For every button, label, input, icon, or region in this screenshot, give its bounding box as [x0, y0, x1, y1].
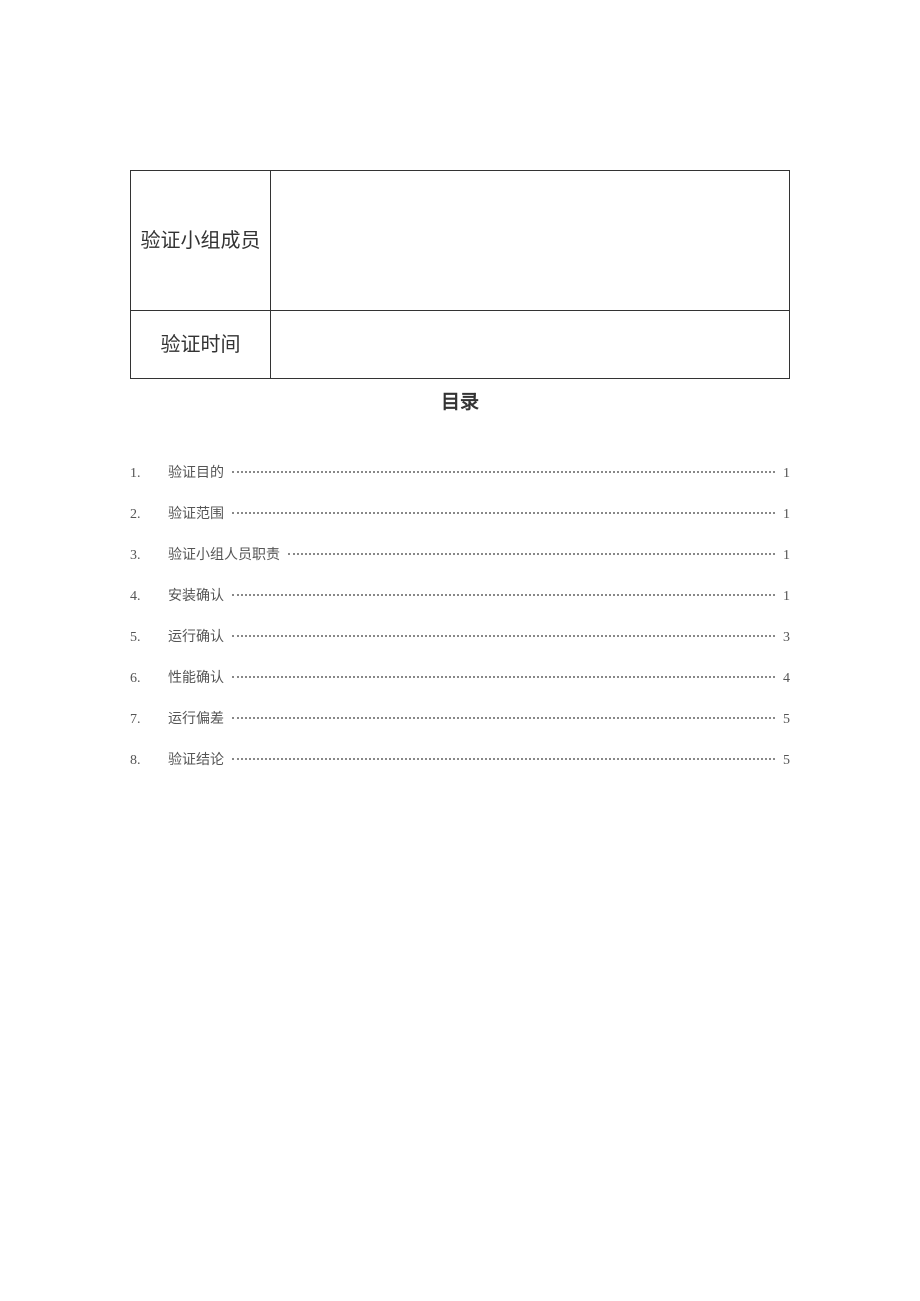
toc-page: 1	[779, 466, 790, 482]
toc-label: 验证目的	[168, 462, 228, 482]
toc-leader-dots	[232, 635, 775, 637]
toc-page: 4	[779, 671, 790, 687]
info-label-time: 验证时间	[131, 311, 271, 379]
toc-leader-dots	[232, 676, 775, 678]
toc-page: 1	[779, 507, 790, 523]
toc-leader-dots	[232, 717, 775, 719]
toc-entry: 2. 验证范围 1	[130, 503, 790, 523]
toc-number: 7.	[130, 712, 168, 728]
info-value-members	[271, 171, 790, 311]
info-value-time	[271, 311, 790, 379]
toc-entry: 8. 验证结论 5	[130, 749, 790, 769]
toc-page: 5	[779, 753, 790, 769]
toc-label: 运行确认	[168, 626, 228, 646]
toc-number: 8.	[130, 753, 168, 769]
toc-number: 2.	[130, 507, 168, 523]
toc-label: 运行偏差	[168, 708, 228, 728]
toc-number: 3.	[130, 548, 168, 564]
toc-entry: 6. 性能确认 4	[130, 667, 790, 687]
toc-label: 验证结论	[168, 749, 228, 769]
toc-entry: 4. 安装确认 1	[130, 585, 790, 605]
toc-entry: 5. 运行确认 3	[130, 626, 790, 646]
toc-number: 4.	[130, 589, 168, 605]
toc-leader-dots	[232, 471, 775, 473]
toc-number: 6.	[130, 671, 168, 687]
table-row: 验证时间	[131, 311, 790, 379]
toc-label: 性能确认	[168, 667, 228, 687]
toc-label: 验证范围	[168, 503, 228, 523]
toc-number: 1.	[130, 466, 168, 482]
toc-leader-dots	[232, 512, 775, 514]
toc-page: 1	[779, 589, 790, 605]
toc-page: 5	[779, 712, 790, 728]
toc-page: 3	[779, 630, 790, 646]
toc-label: 安装确认	[168, 585, 228, 605]
toc-label: 验证小组人员职责	[168, 544, 284, 564]
toc-leader-dots	[288, 553, 775, 555]
toc-number: 5.	[130, 630, 168, 646]
toc-entry: 3. 验证小组人员职责 1	[130, 544, 790, 564]
toc-entry: 1. 验证目的 1	[130, 462, 790, 482]
document-page: 验证小组成员 验证时间 目录 1. 验证目的 1 2. 验证范围 1 3. 验证…	[0, 0, 920, 769]
toc-entry: 7. 运行偏差 5	[130, 708, 790, 728]
toc-leader-dots	[232, 758, 775, 760]
toc-leader-dots	[232, 594, 775, 596]
table-row: 验证小组成员	[131, 171, 790, 311]
info-label-members: 验证小组成员	[131, 171, 271, 311]
info-table: 验证小组成员 验证时间	[130, 170, 790, 379]
toc-page: 1	[779, 548, 790, 564]
toc: 1. 验证目的 1 2. 验证范围 1 3. 验证小组人员职责 1 4. 安装确…	[130, 462, 790, 769]
toc-title: 目录	[130, 387, 790, 414]
